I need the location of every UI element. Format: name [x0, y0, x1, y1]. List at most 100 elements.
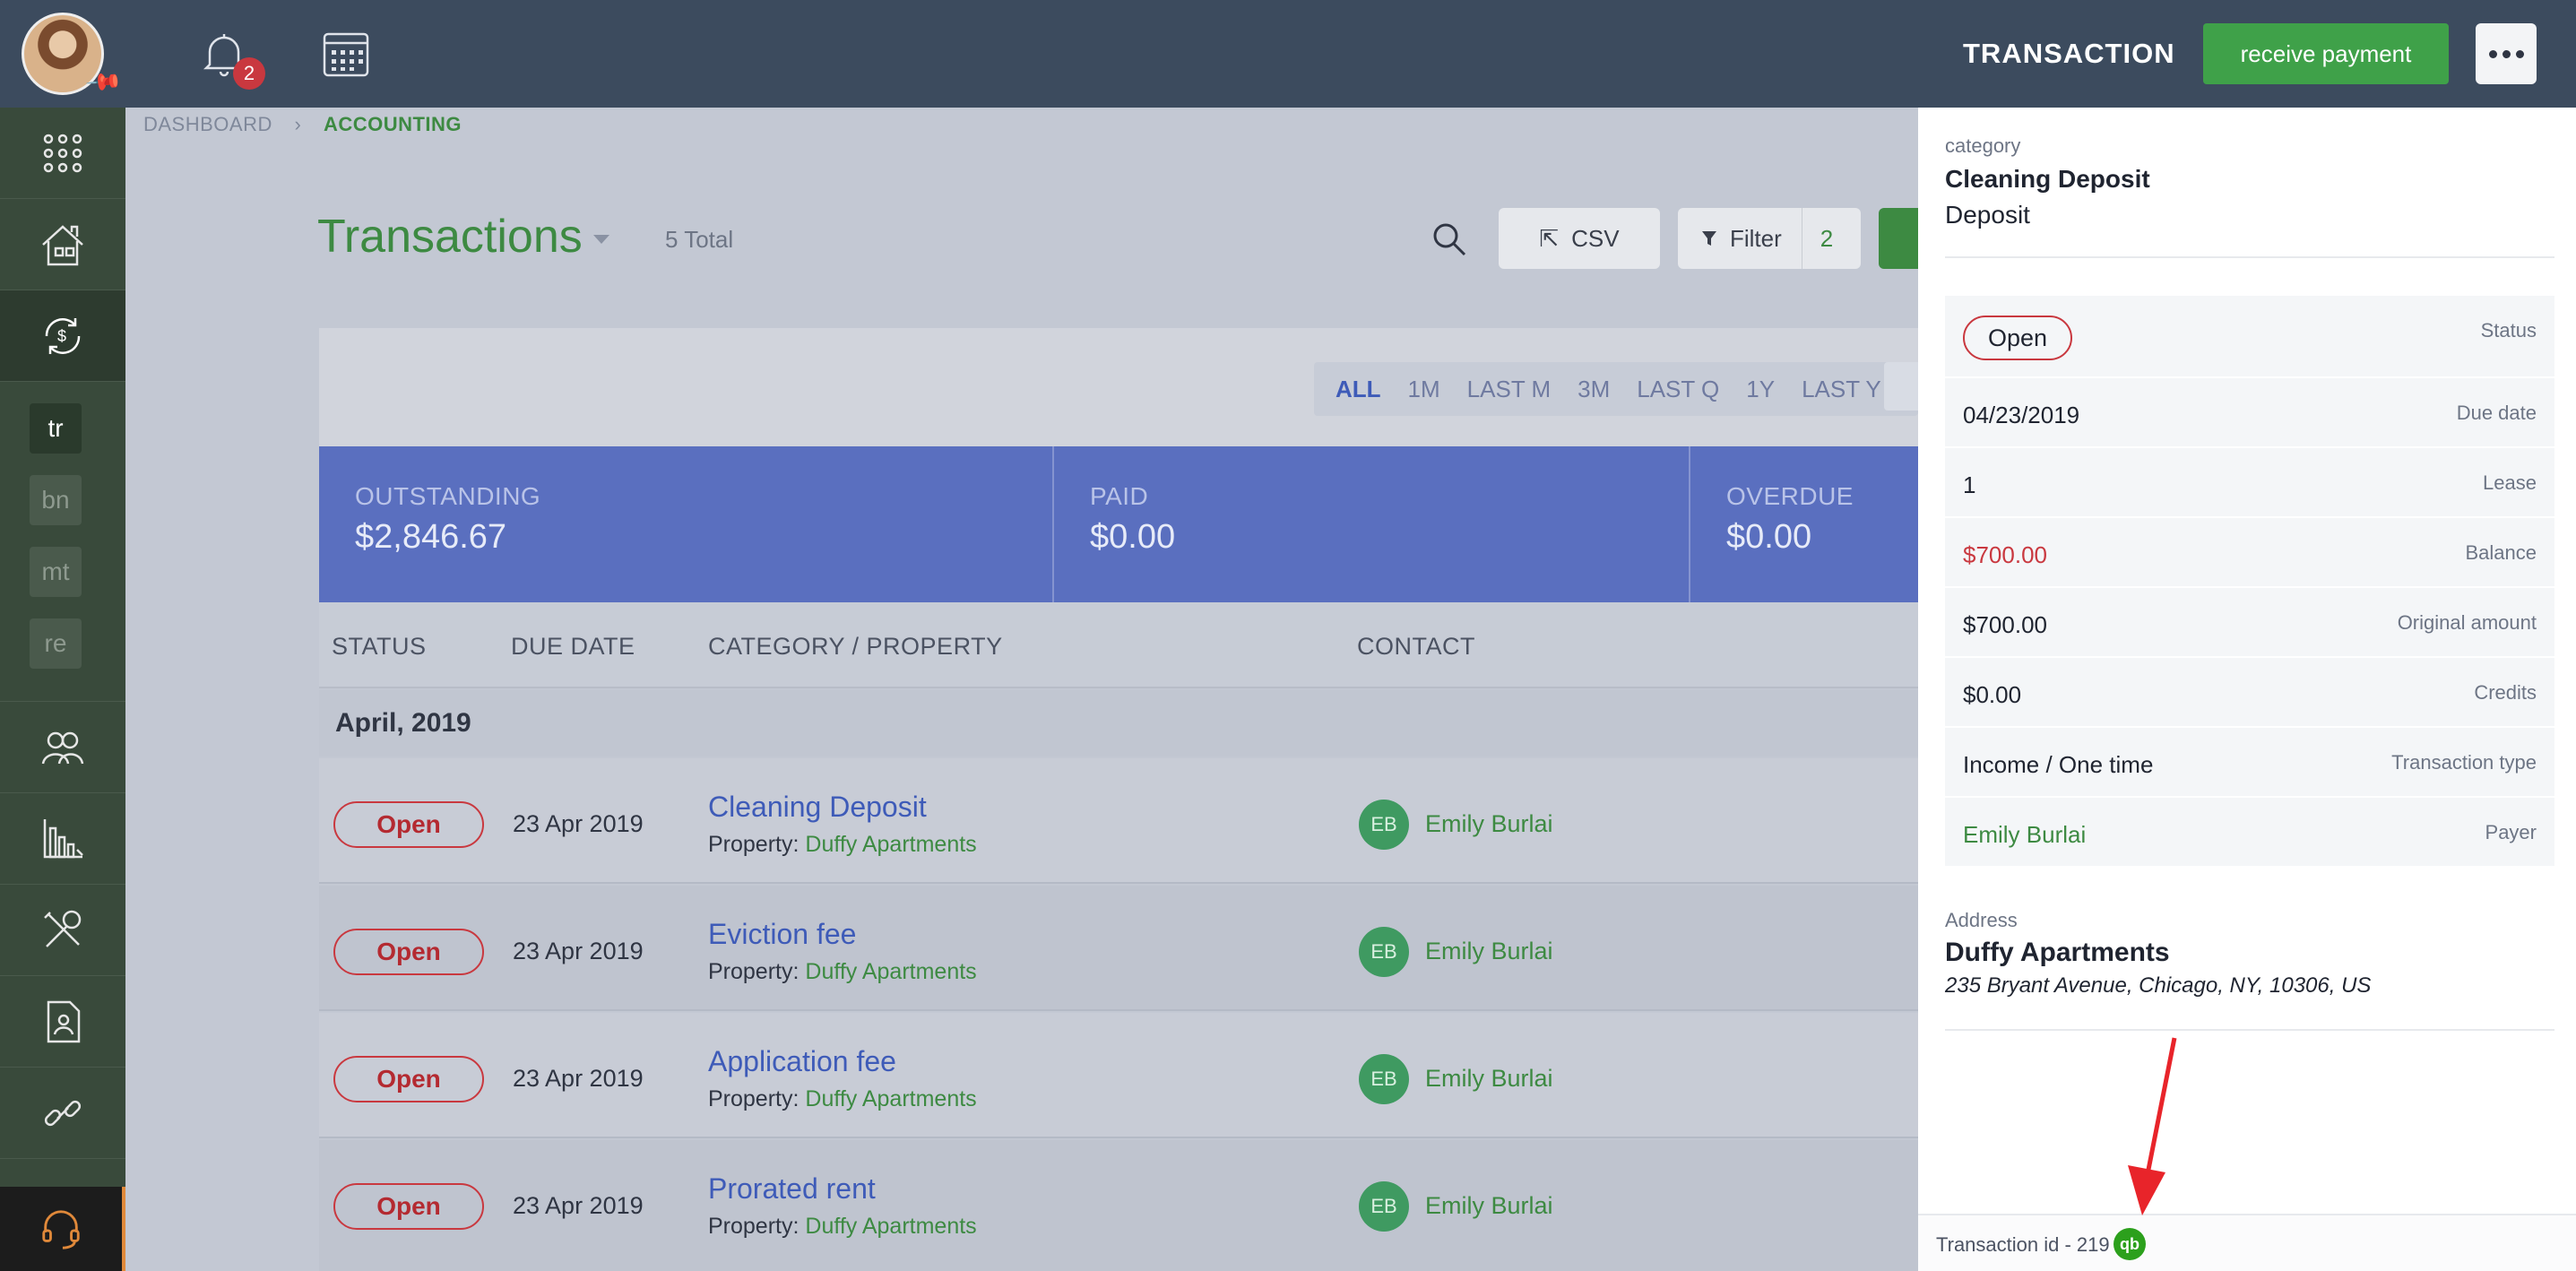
summary-label: OVERDUE [1726, 482, 1854, 510]
sidebar-item-reports[interactable] [0, 793, 125, 885]
property-link[interactable]: Duffy Apartments [805, 1086, 976, 1111]
transaction-panel: category Cleaning Deposit Deposit Open S… [1918, 108, 2576, 1271]
breadcrumb-accounting[interactable]: ACCOUNTING [324, 113, 462, 135]
category-link[interactable]: Application fee [708, 1045, 896, 1078]
due-date: 23 Apr 2019 [513, 1192, 644, 1219]
table-row[interactable]: Open 23 Apr 2019 Eviction fee Property: … [319, 886, 1918, 1011]
sidebar-item-people[interactable] [0, 702, 125, 793]
column-contact[interactable]: CONTACT [1357, 633, 1475, 661]
period-last-y[interactable]: LAST Y [1802, 376, 1881, 403]
sidebar-item-maintenance[interactable] [0, 885, 125, 976]
period-1y[interactable]: 1Y [1746, 376, 1775, 403]
contact-link[interactable]: Emily Burlai [1425, 938, 1553, 965]
contact-avatar: EB [1359, 800, 1409, 850]
detail-value: Income / One time [1963, 751, 2154, 778]
top-bar: 2 [125, 0, 1918, 108]
property-link[interactable]: Duffy Apartments [805, 832, 976, 857]
contact-avatar: EB [1359, 1181, 1409, 1232]
category-link[interactable]: Prorated rent [708, 1172, 876, 1206]
category-link[interactable]: Cleaning Deposit [708, 791, 927, 824]
properties-house-icon [42, 224, 83, 265]
detail-row-original-amount: $700.00 Original amount [1945, 588, 2554, 658]
summary-overdue[interactable]: OVERDUE $0.00 [1690, 446, 1918, 602]
date-range-input[interactable] [1884, 362, 1918, 411]
receive-payment-button[interactable]: receive payment [2203, 23, 2449, 84]
breadcrumb-dashboard[interactable]: DASHBOARD [143, 113, 272, 135]
sidebar-item-accounting[interactable]: $ [0, 290, 125, 382]
filter-funnel-icon [1702, 231, 1716, 246]
title-dropdown-caret-icon[interactable] [593, 235, 609, 244]
status-badge: Open [333, 1056, 484, 1102]
period-all[interactable]: ALL [1336, 376, 1381, 403]
property-link[interactable]: Duffy Apartments [805, 1214, 976, 1239]
add-transaction-button[interactable] [1879, 208, 1918, 269]
table-row[interactable]: Open 23 Apr 2019 Application fee Propert… [319, 1013, 1918, 1138]
accounting-icon: $ [45, 317, 81, 354]
people-icon [41, 731, 84, 764]
ellipsis-icon [2486, 49, 2527, 58]
more-options-button[interactable] [2476, 23, 2537, 84]
detail-key: Original amount [2397, 611, 2537, 634]
summary-outstanding[interactable]: OUTSTANDING $2,846.67 [319, 446, 1054, 602]
period-3m[interactable]: 3M [1578, 376, 1610, 403]
status-badge[interactable]: Open [1963, 316, 2072, 360]
column-category-property[interactable]: CATEGORY / PROPERTY [708, 633, 1003, 661]
search-icon[interactable] [1431, 220, 1468, 258]
page-title[interactable]: Transactions [317, 210, 583, 264]
summary-paid[interactable]: PAID $0.00 [1054, 446, 1690, 602]
submenu-tr[interactable]: tr [30, 403, 82, 454]
summary-value: $0.00 [1090, 518, 1176, 556]
submenu-re[interactable]: re [30, 618, 82, 669]
support-button[interactable] [0, 1187, 125, 1271]
sidebar-header: 📌 [0, 0, 125, 108]
filter-button[interactable]: Filter 2 [1678, 208, 1861, 269]
csv-label: CSV [1571, 224, 1620, 252]
calendar-icon[interactable] [321, 29, 371, 79]
quickbooks-icon[interactable]: qb [2114, 1228, 2146, 1260]
category-link[interactable]: Eviction fee [708, 918, 856, 951]
detail-row-transaction-type: Income / One time Transaction type [1945, 728, 2554, 798]
reports-chart-icon [43, 818, 83, 858]
detail-value: $700.00 [1963, 541, 2047, 568]
column-due-date[interactable]: DUE DATE [511, 633, 635, 661]
total-count: 5 Total [665, 226, 734, 253]
detail-key: Due date [2456, 402, 2537, 424]
detail-value[interactable]: 1 [1963, 471, 1975, 499]
summary-value: $0.00 [1726, 518, 1812, 556]
transaction-details: Open Status 04/23/2019 Due date 1 Lease … [1945, 296, 2554, 868]
contact-avatar: EB [1359, 927, 1409, 977]
period-last-m[interactable]: LAST M [1467, 376, 1551, 403]
submenu-mt[interactable]: mt [30, 547, 82, 597]
table-row[interactable]: Open 23 Apr 2019 Prorated rent Property:… [319, 1140, 1918, 1271]
contact-link[interactable]: Emily Burlai [1425, 810, 1553, 838]
due-date: 23 Apr 2019 [513, 810, 644, 837]
period-1m[interactable]: 1M [1408, 376, 1440, 403]
csv-export-button[interactable]: ⇱ CSV [1499, 208, 1660, 269]
detail-row-payer: Emily Burlai Payer [1945, 798, 2554, 868]
summary-value: $2,846.67 [355, 518, 507, 556]
payer-link[interactable]: Emily Burlai [1963, 821, 2086, 849]
sidebar-item-properties[interactable] [0, 199, 125, 290]
period-last-q[interactable]: LAST Q [1637, 376, 1719, 403]
sidebar-item-apps[interactable] [0, 108, 125, 199]
property-link[interactable]: Duffy Apartments [805, 959, 976, 984]
contact-link[interactable]: Emily Burlai [1425, 1192, 1553, 1220]
svg-text:$: $ [57, 327, 66, 345]
sidebar-item-documents[interactable] [0, 976, 125, 1068]
detail-value: 04/23/2019 [1963, 402, 2080, 428]
headset-icon [42, 1210, 80, 1249]
status-badge: Open [333, 801, 484, 848]
table-row[interactable]: Open 23 Apr 2019 Cleaning Deposit Proper… [319, 758, 1918, 884]
panel-title: TRANSACTION [1963, 38, 2175, 69]
property-line: Property: Duffy Apartments [708, 959, 977, 985]
detail-key: Payer [2485, 821, 2537, 843]
annotation-arrow-icon [2128, 1037, 2177, 1215]
column-status[interactable]: STATUS [332, 633, 427, 661]
transaction-panel-header: TRANSACTION receive payment [1918, 0, 2576, 108]
submenu-bn[interactable]: bn [30, 475, 82, 525]
sidebar-item-integrations[interactable] [0, 1068, 125, 1159]
filter-count: 2 [1801, 208, 1833, 269]
detail-row-status: Open Status [1945, 296, 2554, 378]
property-label: Property: [708, 959, 800, 984]
contact-link[interactable]: Emily Burlai [1425, 1065, 1553, 1093]
